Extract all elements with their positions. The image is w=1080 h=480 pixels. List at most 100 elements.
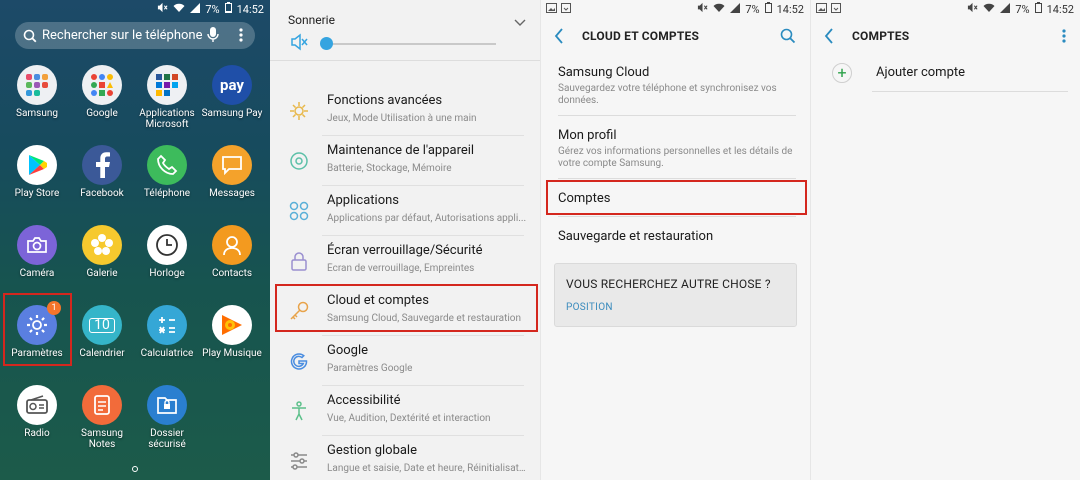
position-link[interactable]: POSITION	[566, 302, 613, 313]
google-folder-icon	[82, 65, 122, 105]
app-camera[interactable]: Caméra	[4, 225, 70, 279]
settings-item-applications[interactable]: Applications Applications par défaut, Au…	[270, 186, 540, 236]
item-subtitle: Écran de verrouillage, Empreintes	[327, 263, 475, 274]
app-calendar[interactable]: 10 Calendrier	[69, 305, 135, 359]
app-label: Samsung Notes	[81, 428, 123, 450]
app-label: Samsung Pay	[201, 108, 263, 119]
download-notification-icon	[831, 3, 841, 16]
app-label: Applications Microsoft	[139, 108, 195, 130]
status-bar: 7% 14:52	[540, 0, 810, 18]
play-store-icon	[17, 145, 57, 185]
status-bar: 7% 14:52	[810, 0, 1080, 18]
chevron-down-icon[interactable]	[514, 12, 526, 31]
apps-grid-icon	[288, 200, 310, 222]
notes-icon	[82, 385, 122, 425]
app-microsoft[interactable]: Applications Microsoft	[134, 65, 200, 130]
app-messages[interactable]: Messages	[199, 145, 265, 199]
item-title: Sauvegarde et restauration	[558, 229, 714, 244]
app-gallery[interactable]: Galerie	[69, 225, 135, 279]
app-label: Radio	[24, 428, 50, 439]
page-indicator	[132, 466, 138, 472]
my-profile-item[interactable]: Mon profil Gérez vos informations person…	[558, 128, 798, 170]
samsung-cloud-item[interactable]: Samsung Cloud Sauvegardez votre téléphon…	[558, 65, 798, 107]
clipped-item	[270, 60, 540, 86]
sound-label: Sonnerie	[288, 13, 335, 27]
add-icon[interactable]: +	[832, 63, 852, 83]
app-facebook[interactable]: Facebook	[69, 145, 135, 199]
settings-item-general-management[interactable]: Gestion globale Langue et saisie, Date e…	[270, 436, 540, 480]
app-label: Play Musique	[202, 348, 262, 359]
image-notification-icon	[546, 3, 557, 16]
highlight-accounts	[546, 180, 807, 215]
item-title: Samsung Cloud	[558, 65, 650, 80]
microsoft-folder-icon	[147, 65, 187, 105]
calculator-icon	[147, 305, 187, 345]
app-label: Google	[86, 108, 118, 119]
item-title: Applications	[327, 193, 399, 208]
item-title: Fonctions avancées	[327, 93, 443, 108]
sliders-icon	[288, 450, 310, 472]
app-play-store[interactable]: Play Store	[4, 145, 70, 199]
item-subtitle: Paramètres Google	[327, 363, 413, 374]
app-samsung-pay[interactable]: pay Samsung Pay	[199, 65, 265, 119]
clock: 14:52	[1046, 2, 1074, 16]
app-telephone[interactable]: Téléphone	[134, 145, 200, 199]
search-icon[interactable]	[780, 28, 796, 48]
item-subtitle: Gérez vos informations personnelles et l…	[558, 146, 793, 169]
app-drawer-panel: 7% 14:52 Rechercher sur le téléphone Sam…	[0, 0, 270, 480]
advanced-features-icon	[288, 100, 310, 122]
app-radio[interactable]: Radio	[4, 385, 70, 439]
settings-panel: Sonnerie Fonctions avancées Jeux, Mode U…	[270, 0, 540, 480]
wifi-icon	[173, 3, 185, 16]
more-options-icon[interactable]	[239, 26, 243, 48]
device-maintenance-icon	[288, 150, 310, 172]
settings-item-maintenance[interactable]: Maintenance de l'appareil Batterie, Stoc…	[270, 136, 540, 186]
signal-icon	[190, 2, 201, 16]
back-arrow-icon[interactable]	[554, 28, 564, 48]
settings-item-advanced[interactable]: Fonctions avancées Jeux, Mode Utilisatio…	[270, 86, 540, 136]
app-play-music[interactable]: Play Musique	[199, 305, 265, 359]
settings-item-lock-screen[interactable]: Écran verrouillage/Sécurité Écran de ver…	[270, 236, 540, 286]
page-title: COMPTES	[852, 29, 910, 43]
gallery-icon	[82, 225, 122, 265]
app-label: Messages	[209, 188, 255, 199]
settings-item-google[interactable]: Google Paramètres Google	[270, 336, 540, 386]
clock: 14:52	[776, 2, 804, 16]
app-secure-folder[interactable]: Dossier sécurisé	[134, 385, 200, 450]
volume-slider-handle[interactable]	[320, 37, 333, 50]
app-samsung-notes[interactable]: Samsung Notes	[69, 385, 135, 450]
item-subtitle: Langue et saisie, Date et heure, Réiniti…	[327, 463, 527, 474]
panel-divider	[540, 0, 541, 480]
samsung-pay-icon: pay	[212, 65, 252, 105]
item-title: Google	[327, 343, 369, 358]
header: COMPTES	[810, 22, 1080, 52]
mute-icon	[697, 2, 708, 16]
app-label: Facebook	[80, 188, 124, 199]
signal-icon	[730, 2, 741, 16]
calendar-icon: 10	[82, 305, 122, 345]
app-contacts[interactable]: Contacts	[199, 225, 265, 279]
image-notification-icon	[816, 3, 827, 16]
more-options-icon[interactable]	[1062, 28, 1066, 48]
back-arrow-icon[interactable]	[824, 28, 834, 48]
backup-restore-item[interactable]: Sauvegarde et restauration	[558, 229, 798, 244]
microphone-icon[interactable]	[207, 26, 219, 48]
item-subtitle: Jeux, Mode Utilisation à une main	[327, 113, 477, 124]
app-clock[interactable]: Horloge	[134, 225, 200, 279]
app-google[interactable]: Google	[69, 65, 135, 119]
volume-mute-icon[interactable]	[290, 33, 308, 55]
app-calculator[interactable]: Calculatrice	[134, 305, 200, 359]
item-subtitle: Sauvegardez votre téléphone et synchroni…	[558, 83, 777, 106]
settings-item-accessibility[interactable]: Accessibilité Vue, Audition, Dextérité e…	[270, 386, 540, 436]
app-samsung[interactable]: Samsung	[4, 65, 70, 119]
highlight-settings	[3, 293, 72, 366]
add-account-button[interactable]: Ajouter compte	[876, 65, 965, 80]
header: CLOUD ET COMPTES	[540, 22, 810, 52]
wifi-icon	[983, 3, 995, 16]
app-label: Calculatrice	[140, 348, 194, 359]
item-subtitle: Batterie, Stockage, Mémoire	[327, 163, 452, 174]
search-input[interactable]: Rechercher sur le téléphone	[15, 22, 255, 49]
battery-level: 7%	[745, 2, 760, 16]
battery-level: 7%	[1015, 2, 1030, 16]
volume-slider-track[interactable]	[326, 43, 496, 45]
